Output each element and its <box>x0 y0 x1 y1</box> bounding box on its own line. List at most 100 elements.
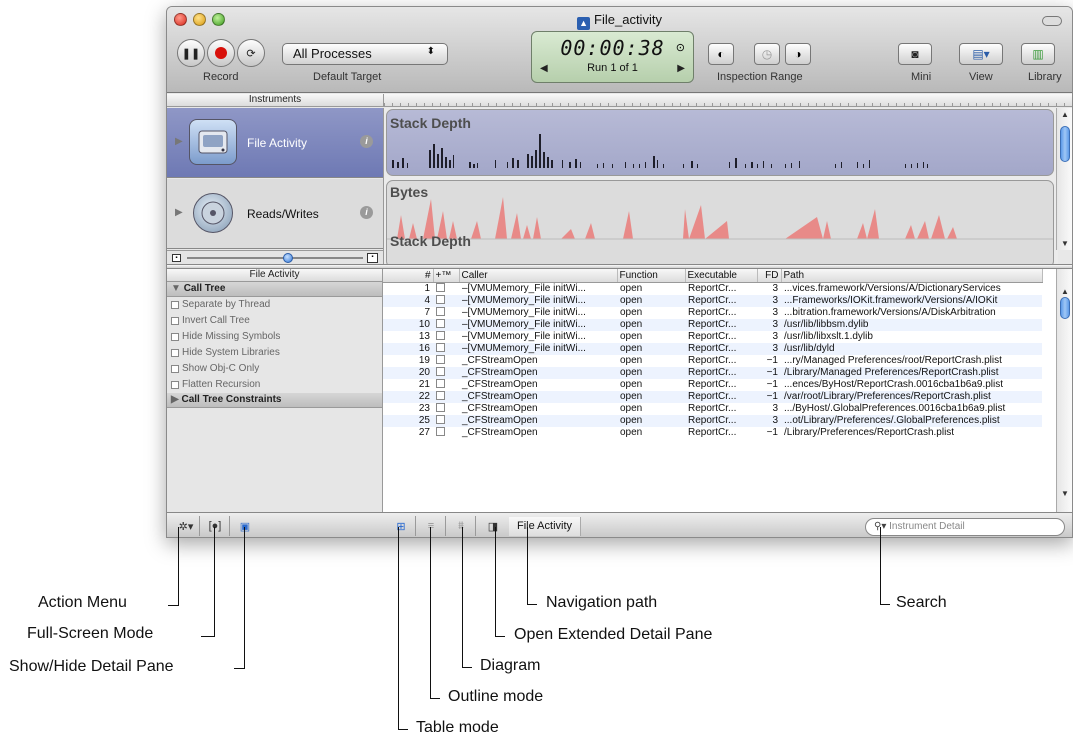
divider <box>199 516 200 536</box>
disclosure-triangle-icon[interactable]: ▶ <box>175 207 183 218</box>
disclosure-triangle-icon[interactable]: ▶ <box>175 136 183 147</box>
row-checkbox-icon[interactable] <box>436 378 445 388</box>
table-row[interactable]: 10 –[VMUMemory_File initWi... open ReportCr… <box>383 318 1042 331</box>
row-checkbox-icon[interactable] <box>436 294 445 304</box>
slider-track[interactable] <box>187 257 363 259</box>
timeline-ruler[interactable] <box>383 94 1072 107</box>
table-scroll-thumb[interactable] <box>1060 297 1070 319</box>
info-icon[interactable]: i <box>360 135 373 148</box>
row-index: 22 <box>383 390 433 403</box>
executable-cell: ReportCr... <box>685 414 757 427</box>
call-tree-section[interactable]: ▼ Call Tree <box>167 282 382 297</box>
search-field[interactable]: ⚲▾ Instrument Detail <box>865 518 1065 536</box>
loop-button[interactable]: ⟳ <box>237 39 265 67</box>
checkbox[interactable] <box>171 317 179 325</box>
row-checkbox-icon[interactable] <box>436 390 445 400</box>
navigation-path[interactable]: File Activity <box>509 517 582 536</box>
column-header-stack[interactable]: +™ <box>433 269 460 283</box>
reads-writes-track[interactable]: Bytes Stack Depth <box>386 180 1054 268</box>
track-scrollbar[interactable]: ▲ ▼ <box>1056 108 1072 250</box>
bytes-graph <box>387 197 1053 240</box>
table-row[interactable]: 1 –[VMUMemory_File initWi... open ReportCr.… <box>383 282 1042 295</box>
stopwatch-clear-icon: ◷ <box>761 47 773 61</box>
instrument-reads-writes[interactable]: ▶ Reads/Writes i <box>167 179 383 249</box>
diagram-button[interactable]: ⩩ <box>451 517 471 535</box>
table-row[interactable]: 4 –[VMUMemory_File initWi... open ReportCr.… <box>383 294 1042 307</box>
inspection-end-button[interactable]: ◑ <box>785 43 811 65</box>
caller-cell: –[VMUMemory_File initWi... <box>459 294 617 307</box>
row-checkbox-icon[interactable] <box>436 426 445 436</box>
scroll-down-icon[interactable]: ▼ <box>1061 239 1069 248</box>
row-checkbox-icon[interactable] <box>436 318 445 328</box>
table-row[interactable]: 25 _CFStreamOpen open ReportCr... 3 ...ot/Lib… <box>383 414 1042 427</box>
outline-mode-button[interactable]: ≡ <box>421 517 441 535</box>
checkbox[interactable] <box>171 349 179 357</box>
next-run-button[interactable]: ▶ <box>677 63 685 74</box>
table-row[interactable]: 27 _CFStreamOpen open ReportCr... −1/Library… <box>383 426 1042 439</box>
instrument-file-activity[interactable]: ▶ File Activity i <box>167 108 383 178</box>
option-separate-by-thread[interactable]: Separate by Thread <box>167 297 382 313</box>
library-button[interactable]: ▥ <box>1021 43 1055 65</box>
option-hide-missing-symbols[interactable]: Hide Missing Symbols <box>167 329 382 345</box>
navigation-crumb[interactable]: File Activity <box>517 520 572 532</box>
row-checkbox-icon[interactable] <box>436 330 445 340</box>
column-header-index[interactable]: # <box>383 269 434 283</box>
view-button[interactable]: ▤▾ <box>959 43 1003 65</box>
pause-button[interactable]: ❚❚ <box>177 39 205 67</box>
checkbox[interactable] <box>171 381 179 389</box>
table-row[interactable]: 13 –[VMUMemory_File initWi... open ReportCr… <box>383 330 1042 343</box>
table-scrollbar[interactable]: ▲ ▼ <box>1056 269 1072 512</box>
call-tree-constraints-section[interactable]: ▶ Call Tree Constraints <box>167 393 382 408</box>
table-row[interactable]: 7 –[VMUMemory_File initWi... open ReportCr.… <box>383 306 1042 319</box>
option-show-objc-only[interactable]: Show Obj-C Only <box>167 361 382 377</box>
row-checkbox-icon[interactable] <box>436 366 445 376</box>
caller-cell: _CFStreamOpen <box>459 414 617 427</box>
table-row[interactable]: 20 _CFStreamOpen open ReportCr... −1/Library… <box>383 366 1042 379</box>
checkbox[interactable] <box>171 365 179 373</box>
row-checkbox-icon[interactable] <box>436 342 445 352</box>
full-screen-button[interactable]: [●] <box>205 517 225 535</box>
table-row[interactable]: 22 _CFStreamOpen open ReportCr... −1/var/roo… <box>383 390 1042 403</box>
record-button[interactable] <box>207 39 235 67</box>
scroll-down-icon[interactable]: ▼ <box>1061 489 1069 498</box>
column-header-caller[interactable]: Caller <box>459 269 618 283</box>
table-row[interactable]: 23 _CFStreamOpen open ReportCr... 3 .../ByHos… <box>383 402 1042 415</box>
file-activity-track[interactable]: Stack Depth <box>386 109 1054 176</box>
column-header-fd[interactable]: FD <box>757 269 782 283</box>
row-checkbox-icon[interactable] <box>436 402 445 412</box>
row-checkbox-icon[interactable] <box>436 306 445 316</box>
extended-detail-button[interactable]: ◨ <box>483 517 503 535</box>
scroll-up-icon[interactable]: ▲ <box>1061 110 1069 119</box>
executable-cell: ReportCr... <box>688 306 737 318</box>
caller-cell: –[VMUMemory_File initWi... <box>462 282 586 294</box>
row-checkbox-icon[interactable] <box>436 414 445 424</box>
table-row[interactable]: 21 _CFStreamOpen open ReportCr... −1 ...ences… <box>383 378 1042 391</box>
track-scroll-thumb[interactable] <box>1060 126 1070 162</box>
inspection-start-button[interactable]: ◐ <box>708 43 734 65</box>
inspection-clear-button[interactable]: ◷ <box>754 43 780 65</box>
target-popup-value: All Processes <box>293 46 372 61</box>
info-icon[interactable]: i <box>360 206 373 219</box>
mini-button[interactable]: ◙ <box>898 43 932 65</box>
column-header-path[interactable]: Path <box>781 269 1043 283</box>
option-flatten-recursion[interactable]: Flatten Recursion <box>167 377 382 393</box>
table-row[interactable]: 16 –[VMUMemory_File initWi... open ReportCr… <box>383 342 1042 355</box>
track-area[interactable]: Stack Depth Bytes Stack Depth <box>383 108 1058 268</box>
column-header-executable[interactable]: Executable <box>685 269 758 283</box>
option-hide-system-libraries[interactable]: Hide System Libraries <box>167 345 382 361</box>
function-cell: open <box>617 318 685 331</box>
target-popup[interactable]: All Processes ⬍ <box>282 43 448 65</box>
show-hide-detail-button[interactable]: ▣ <box>235 517 255 535</box>
scroll-up-icon[interactable]: ▲ <box>1061 287 1069 296</box>
library-label: Library <box>1028 71 1062 83</box>
table-mode-button[interactable]: ⊞ <box>391 517 411 535</box>
checkbox[interactable] <box>171 333 179 341</box>
column-header-function[interactable]: Function <box>617 269 686 283</box>
row-checkbox-icon[interactable] <box>436 282 445 292</box>
track-zoom-slider[interactable]: ▪ ▪ <box>167 250 383 264</box>
slider-knob[interactable] <box>283 253 293 263</box>
row-checkbox-icon[interactable] <box>436 354 445 364</box>
checkbox[interactable] <box>171 301 179 309</box>
option-invert-call-tree[interactable]: Invert Call Tree <box>167 313 382 329</box>
table-row[interactable]: 19 _CFStreamOpen open ReportCr... −1 ...ry/Ma… <box>383 354 1042 367</box>
